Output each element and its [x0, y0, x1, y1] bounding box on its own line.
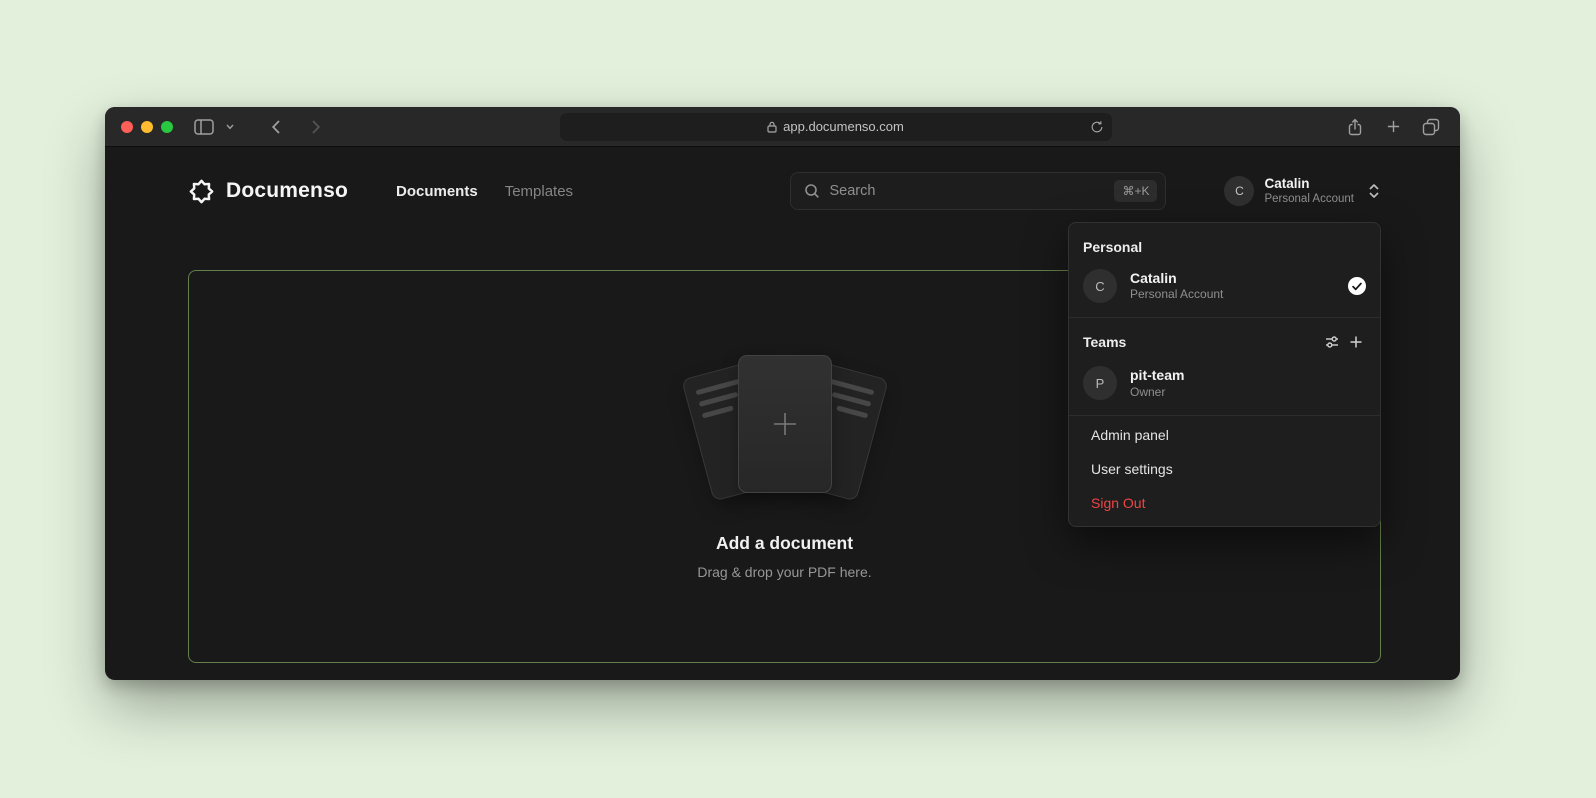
selected-check-icon [1348, 277, 1366, 295]
chevron-down-icon [226, 124, 234, 130]
brand[interactable]: Documenso [188, 178, 348, 205]
manage-teams-button[interactable] [1320, 330, 1344, 354]
team-names: pit-team Owner [1130, 366, 1366, 400]
documenso-logo-icon [188, 178, 215, 205]
nav-documents[interactable]: Documents [396, 183, 478, 200]
toolbar-left-group [191, 114, 329, 140]
document-cards-illustration [678, 353, 892, 503]
personal-account-item[interactable]: C Catalin Personal Account [1069, 263, 1380, 315]
account-dropdown-menu: Personal C Catalin Personal Account Team… [1068, 222, 1381, 527]
personal-type: Personal Account [1130, 287, 1335, 303]
search-shortcut-badge: ⌘+K [1114, 180, 1157, 202]
search-box[interactable]: ⌘+K [790, 172, 1166, 210]
refresh-button[interactable] [1090, 120, 1104, 134]
plus-icon [1386, 119, 1401, 134]
teams-section-header: Teams [1069, 320, 1380, 360]
toolbar-right-group [1342, 114, 1444, 140]
menu-item-sign-out[interactable]: Sign Out [1069, 486, 1380, 520]
sidebar-menu-chevron-button[interactable] [223, 114, 237, 140]
dropzone-subtitle: Drag & drop your PDF here. [697, 564, 871, 580]
team-name: pit-team [1130, 366, 1366, 384]
chevron-up-down-icon [1368, 183, 1380, 199]
back-button[interactable] [263, 114, 289, 140]
share-button[interactable] [1342, 114, 1368, 140]
url-text: app.documenso.com [783, 119, 904, 134]
account-name: Catalin [1264, 175, 1354, 192]
tab-overview-button[interactable] [1418, 114, 1444, 140]
account-type: Personal Account [1264, 192, 1354, 207]
sidebar-icon [194, 119, 214, 135]
search-icon [804, 183, 820, 199]
team-item[interactable]: P pit-team Owner [1069, 360, 1380, 412]
plus-icon [768, 407, 802, 441]
share-icon [1347, 118, 1363, 136]
teams-section-label: Teams [1083, 334, 1320, 350]
nav-templates[interactable]: Templates [505, 183, 573, 200]
document-card-center [738, 355, 832, 493]
dropzone-title: Add a document [716, 533, 853, 554]
team-role: Owner [1130, 385, 1366, 401]
browser-toolbar: app.documenso.com [105, 107, 1460, 147]
main-nav: Documents Templates [396, 183, 573, 200]
personal-avatar: C [1083, 269, 1117, 303]
account-menu-button[interactable]: C Catalin Personal Account [1224, 175, 1380, 207]
account-names: Catalin Personal Account [1264, 175, 1354, 207]
personal-name: Catalin [1130, 269, 1335, 287]
tabs-icon [1422, 118, 1440, 136]
minimize-button[interactable] [141, 121, 153, 133]
add-team-button[interactable] [1344, 330, 1368, 354]
personal-names: Catalin Personal Account [1130, 269, 1335, 303]
forward-button[interactable] [303, 114, 329, 140]
plus-icon [1349, 335, 1363, 349]
account-avatar: C [1224, 176, 1254, 206]
new-tab-button[interactable] [1380, 114, 1406, 140]
sliders-icon [1324, 334, 1340, 350]
close-button[interactable] [121, 121, 133, 133]
menu-divider [1069, 317, 1380, 318]
brand-name: Documenso [226, 179, 348, 203]
app-header: Documenso Documents Templates ⌘+K C Cata… [105, 147, 1460, 210]
menu-item-admin-panel[interactable]: Admin panel [1069, 418, 1380, 452]
chevron-right-icon [311, 119, 321, 135]
team-avatar: P [1083, 366, 1117, 400]
history-buttons [263, 114, 329, 140]
window-controls [121, 121, 173, 133]
browser-window: app.documenso.com [105, 107, 1460, 680]
menu-item-user-settings[interactable]: User settings [1069, 452, 1380, 486]
personal-section-label: Personal [1069, 227, 1380, 263]
search-input[interactable] [829, 183, 1105, 199]
chevron-left-icon [271, 119, 281, 135]
refresh-icon [1090, 120, 1104, 134]
zoom-button[interactable] [161, 121, 173, 133]
sidebar-toggle-button[interactable] [191, 114, 217, 140]
lock-icon [767, 121, 777, 133]
menu-divider [1069, 415, 1380, 416]
address-bar[interactable]: app.documenso.com [560, 113, 1112, 141]
